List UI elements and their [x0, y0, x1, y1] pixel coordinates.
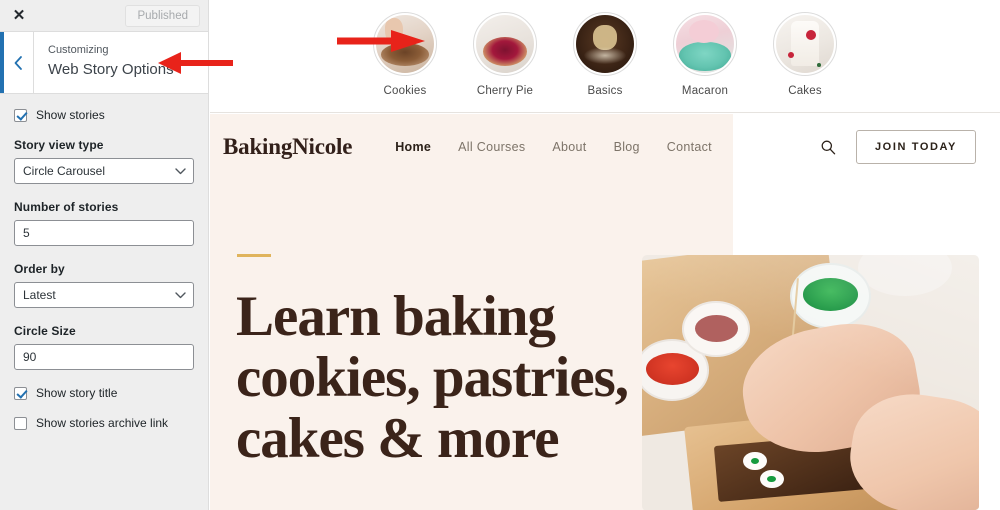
story-ring	[773, 12, 837, 76]
nav-item-contact[interactable]: Contact	[667, 140, 712, 154]
story-label: Macaron	[681, 85, 729, 97]
show-story-title-label: Show story title	[36, 386, 118, 400]
site-logo[interactable]: BakingNicole	[223, 134, 352, 160]
main-nav: Home All Courses About Blog Contact	[395, 140, 712, 154]
show-stories-label: Show stories	[36, 108, 105, 122]
chevron-left-icon[interactable]	[0, 32, 34, 93]
story-thumbnail	[676, 15, 734, 73]
story-thumbnail	[476, 15, 534, 73]
show-story-title-checkbox[interactable]	[14, 386, 27, 400]
story-thumbnail	[376, 15, 434, 73]
story-thumbnail	[776, 15, 834, 73]
customizer-topbar: ✕ Published	[0, 0, 208, 32]
nav-item-all-courses[interactable]: All Courses	[458, 140, 525, 154]
show-archive-link-label: Show stories archive link	[36, 416, 169, 430]
story-ring	[573, 12, 637, 76]
number-of-stories-input[interactable]	[14, 220, 194, 246]
story-ring	[473, 12, 537, 76]
story-view-type-select[interactable]: Circle Carousel	[14, 158, 194, 184]
story-label: Cherry Pie	[476, 85, 534, 97]
story-ring	[373, 12, 437, 76]
control-story-view-type: Story view type Circle Carousel	[14, 138, 194, 184]
nav-item-blog[interactable]: Blog	[614, 140, 640, 154]
story-label: Basics	[587, 85, 623, 97]
customizer-panel-header: Customizing Web Story Options	[0, 32, 208, 94]
customizer-sidebar: ✕ Published Customizing Web Story Option…	[0, 0, 209, 510]
story-label: Cakes	[788, 85, 822, 97]
story-item[interactable]: Cookies	[370, 12, 440, 98]
control-show-archive-link[interactable]: Show stories archive link	[14, 416, 193, 430]
site-content: BakingNicole Home All Courses About Blog…	[210, 114, 1000, 510]
story-item[interactable]: Cakes	[770, 12, 840, 98]
hero-image	[642, 255, 979, 510]
story-thumbnail	[576, 15, 634, 73]
story-item[interactable]: Macaron	[670, 12, 740, 98]
nav-item-about[interactable]: About	[552, 140, 586, 154]
screen: ✕ Published Customizing Web Story Option…	[0, 0, 1000, 510]
publish-button[interactable]: Published	[125, 4, 200, 27]
panel-title: Web Story Options	[48, 61, 174, 78]
number-of-stories-label: Number of stories	[14, 200, 119, 214]
show-stories-checkbox[interactable]	[14, 108, 27, 122]
story-ring	[673, 12, 737, 76]
hero-accent-dash	[237, 254, 271, 257]
control-show-stories[interactable]: Show stories	[14, 108, 193, 122]
show-archive-link-checkbox[interactable]	[14, 416, 27, 430]
control-number-of-stories: Number of stories	[14, 200, 194, 246]
order-by-label: Order by	[14, 262, 65, 276]
panel-heading: Customizing Web Story Options	[34, 32, 186, 93]
panel-subtitle: Customizing	[48, 44, 109, 56]
circle-size-input[interactable]	[14, 344, 194, 370]
site-preview: Cookies Cherry Pie Basics Macaron Cakes …	[210, 0, 1000, 510]
hero-headline: Learn baking cookies, pastries, cakes & …	[236, 285, 629, 470]
site-navbar: BakingNicole Home All Courses About Blog…	[210, 114, 1000, 180]
web-stories-circle-carousel: Cookies Cherry Pie Basics Macaron Cakes	[210, 0, 1000, 113]
order-by-select[interactable]: Latest	[14, 282, 194, 308]
circle-size-label: Circle Size	[14, 324, 76, 338]
story-item[interactable]: Basics	[570, 12, 640, 98]
control-circle-size: Circle Size	[14, 324, 194, 370]
story-label: Cookies	[383, 85, 427, 97]
navbar-actions: JOIN TODAY	[820, 130, 1000, 164]
close-icon[interactable]: ✕	[10, 7, 28, 25]
story-item[interactable]: Cherry Pie	[470, 12, 540, 98]
nav-item-home[interactable]: Home	[395, 140, 431, 154]
control-order-by: Order by Latest	[14, 262, 194, 308]
photo-highlight	[642, 255, 979, 510]
control-show-story-title[interactable]: Show story title	[14, 386, 193, 400]
story-view-type-label: Story view type	[14, 138, 104, 152]
join-today-button[interactable]: JOIN TODAY	[855, 130, 976, 164]
search-icon[interactable]	[820, 139, 836, 155]
customizer-controls: Show stories Story view type Circle Caro…	[0, 94, 208, 430]
